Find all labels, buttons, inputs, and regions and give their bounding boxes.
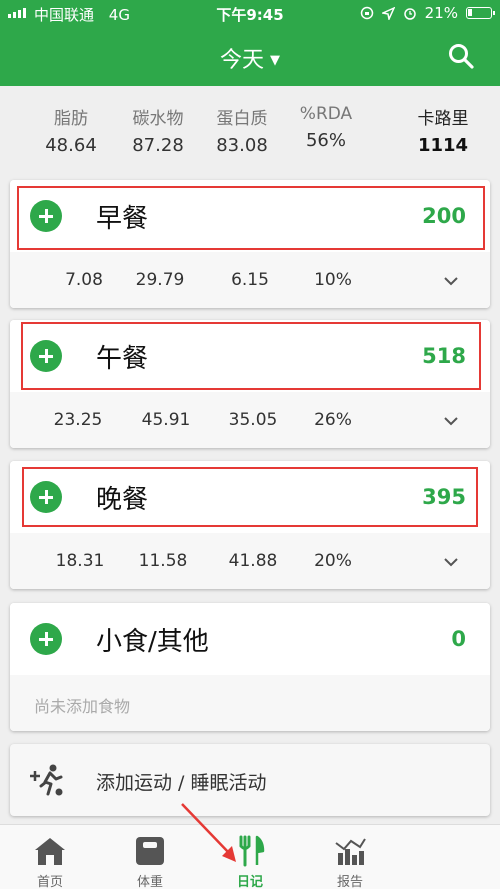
summary-label: %RDA — [299, 104, 353, 124]
scale-icon — [136, 837, 164, 865]
location-icon — [381, 6, 395, 20]
add-food-icon[interactable] — [30, 623, 62, 655]
summary-carbs: 碳水物 87.28 — [113, 104, 203, 156]
meal-fat: 18.31 — [55, 551, 105, 571]
summary-value: 1114 — [417, 135, 469, 156]
summary-rda: %RDA 56% — [281, 104, 371, 151]
meal-protein: 41.88 — [228, 551, 278, 571]
add-exercise-row[interactable]: 添加运动 / 睡眠活动 — [10, 744, 490, 816]
meal-fat: 7.08 — [65, 270, 103, 290]
summary-label: 脂肪 — [54, 109, 88, 129]
add-food-icon[interactable] — [30, 340, 62, 372]
summary-label: 碳水物 — [132, 109, 184, 129]
chevron-down-icon[interactable] — [444, 555, 458, 569]
add-food-icon[interactable] — [30, 200, 62, 232]
exercise-runner-icon — [30, 764, 63, 796]
summary-value: 83.08 — [216, 135, 268, 156]
battery-percent: 21% — [424, 4, 458, 22]
summary-fat: 脂肪 48.64 — [26, 104, 116, 156]
meal-name: 小食/其他 — [96, 627, 209, 657]
empty-meal-text: 尚未添加食物 — [34, 697, 131, 716]
lock-rotation-icon — [360, 6, 373, 20]
tab-report[interactable]: 报告 — [300, 825, 400, 889]
date-title: 今天 — [219, 48, 264, 73]
caret-down-icon: ▼ — [270, 53, 280, 68]
meal-nutrients: 尚未添加食物 — [10, 675, 490, 731]
summary-value: 56% — [305, 130, 346, 151]
tab-label: 报告 — [336, 875, 363, 889]
meal-header[interactable]: 小食/其他 0 — [10, 603, 490, 675]
annotation-arrow-icon — [181, 803, 236, 862]
tab-label: 日记 — [236, 875, 263, 889]
summary-label: 卡路里 — [417, 109, 469, 129]
meal-card-dinner: 晚餐 395 18.31 11.58 41.88 20% — [10, 461, 490, 589]
meal-calories: 200 — [422, 204, 466, 228]
meal-carbs: 11.58 — [138, 551, 188, 571]
meal-carbs: 45.91 — [141, 410, 191, 430]
meal-rda: 26% — [314, 410, 352, 430]
chevron-down-icon[interactable] — [444, 414, 458, 428]
report-chart-icon — [335, 838, 366, 865]
meal-name: 早餐 — [96, 204, 149, 234]
meal-calories: 518 — [422, 344, 466, 368]
meal-nutrients[interactable]: 18.31 11.58 41.88 20% — [10, 533, 490, 589]
top-bar: 今天 ▼ — [0, 28, 500, 86]
nutrition-summary: 脂肪 48.64 碳水物 87.28 蛋白质 83.08 %RDA 56% 卡路… — [0, 86, 500, 174]
meal-rda: 10% — [314, 270, 352, 290]
meal-fat: 23.25 — [53, 410, 103, 430]
bottom-tab-bar: 首页 体重 日记 报告 — [0, 824, 500, 889]
meal-rda: 20% — [314, 551, 352, 571]
search-icon[interactable] — [448, 43, 474, 69]
meal-nutrients[interactable]: 7.08 29.79 6.15 10% — [10, 252, 490, 308]
tab-label: 首页 — [36, 875, 63, 889]
meal-name: 晚餐 — [96, 485, 149, 515]
summary-value: 87.28 — [132, 135, 184, 156]
meal-protein: 6.15 — [231, 270, 269, 290]
meal-header[interactable]: 午餐 518 — [10, 320, 490, 392]
meal-protein: 35.05 — [228, 410, 278, 430]
meal-card-snacks: 小食/其他 0 尚未添加食物 — [10, 603, 490, 731]
alarm-icon — [403, 8, 416, 20]
chevron-down-icon[interactable] — [444, 274, 458, 288]
meal-carbs: 29.79 — [135, 270, 185, 290]
battery-icon — [466, 7, 495, 19]
status-bar: 中国联通 4G 下午9:45 21% — [0, 0, 500, 28]
summary-protein: 蛋白质 83.08 — [197, 104, 287, 156]
summary-label: 蛋白质 — [216, 109, 268, 129]
add-exercise-label: 添加运动 / 睡眠活动 — [96, 772, 267, 794]
meal-name: 午餐 — [96, 344, 149, 374]
summary-value: 48.64 — [45, 135, 97, 156]
date-selector[interactable]: 今天 ▼ — [0, 42, 500, 74]
summary-calories: 卡路里 1114 — [398, 104, 488, 156]
meal-card-lunch: 午餐 518 23.25 45.91 35.05 26% — [10, 320, 490, 448]
meal-header[interactable]: 早餐 200 — [10, 180, 490, 252]
add-food-icon[interactable] — [30, 481, 62, 513]
meal-calories: 0 — [451, 627, 466, 651]
meal-calories: 395 — [422, 485, 466, 509]
home-icon — [35, 838, 65, 865]
meal-header[interactable]: 晚餐 395 — [10, 461, 490, 533]
meal-nutrients[interactable]: 23.25 45.91 35.05 26% — [10, 392, 490, 448]
tab-label: 体重 — [136, 875, 163, 889]
meal-card-breakfast: 早餐 200 7.08 29.79 6.15 10% — [10, 180, 490, 308]
tab-home[interactable]: 首页 — [0, 825, 100, 889]
